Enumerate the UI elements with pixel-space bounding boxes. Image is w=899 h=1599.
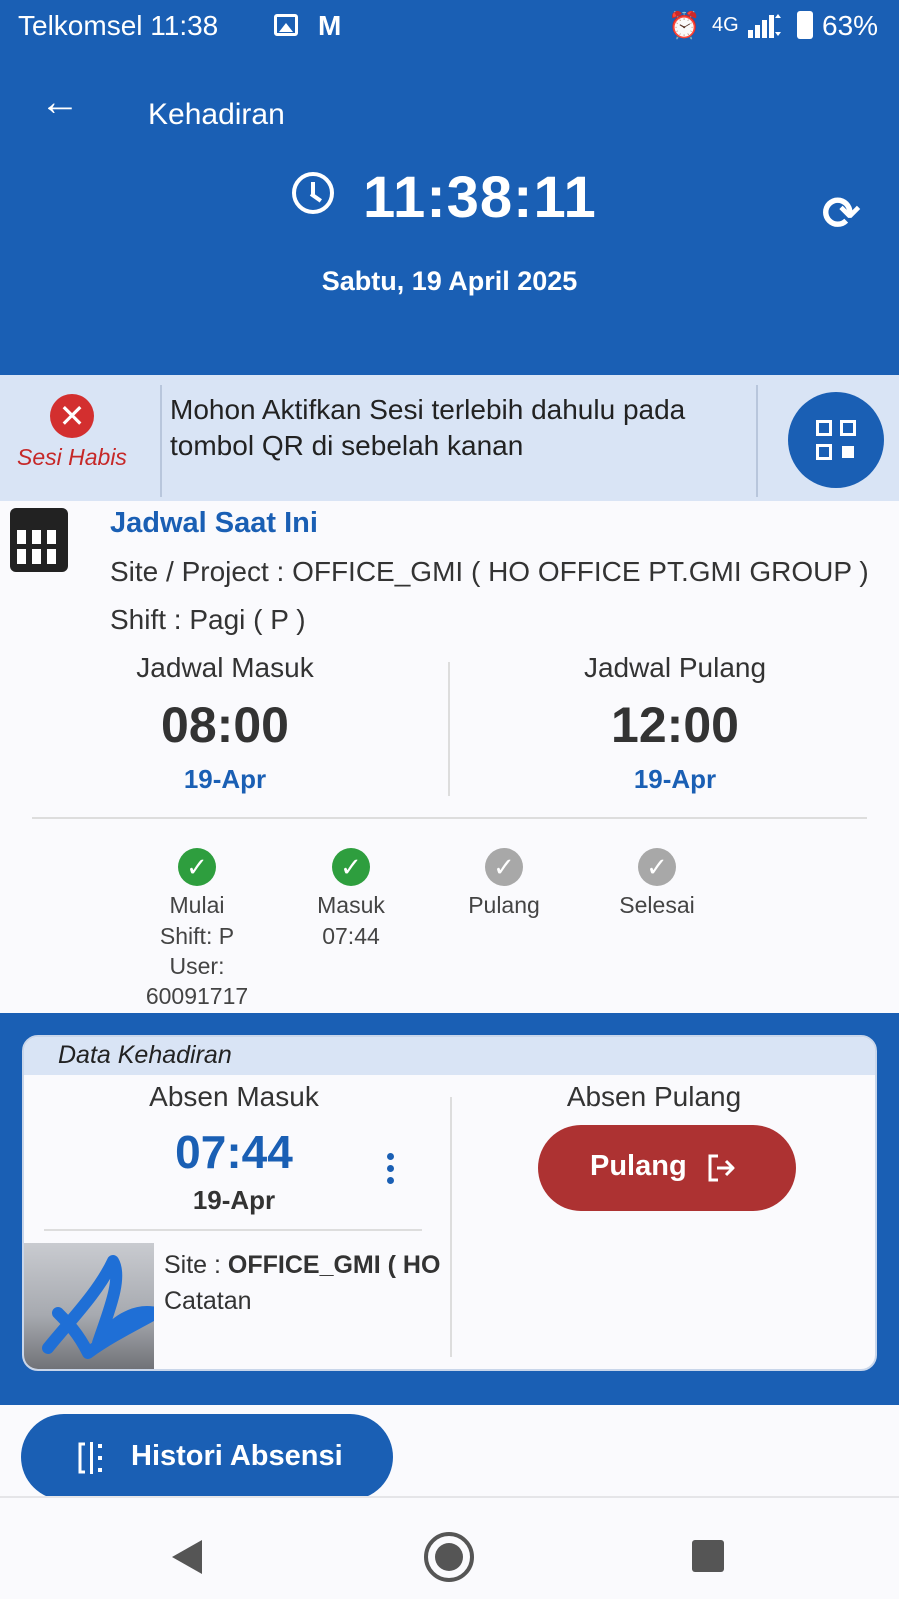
step-label: Pulang bbox=[468, 892, 540, 918]
attendance-card-header: Data Kehadiran bbox=[24, 1037, 875, 1075]
schedule-out-time: 12:00 bbox=[611, 697, 739, 753]
banner-divider bbox=[160, 385, 162, 497]
step-detail: 60091717 bbox=[145, 983, 249, 1009]
nav-recents-icon[interactable] bbox=[692, 1540, 724, 1572]
back-arrow-icon[interactable]: ← bbox=[40, 82, 90, 126]
step-label: Mulai bbox=[169, 892, 225, 918]
session-message: Mohon Aktifkan Sesi terlebih dahulu pada… bbox=[170, 394, 686, 461]
app-header: Telkomsel 11:38 M ⏰ 4G 63% ← Kehadiran 1… bbox=[0, 0, 899, 375]
session-expired-icon: ✕ bbox=[50, 394, 94, 438]
check-in-photo[interactable] bbox=[24, 1243, 154, 1369]
nav-home-icon[interactable] bbox=[424, 1532, 474, 1582]
step-check-out: ✓ Pulang bbox=[424, 848, 584, 921]
logout-icon bbox=[708, 1154, 735, 1182]
clock-icon bbox=[292, 172, 334, 214]
check-in-label: Absen Masuk bbox=[149, 1081, 319, 1112]
check-circle-icon: ✓ bbox=[638, 848, 676, 886]
history-icon bbox=[78, 1442, 102, 1474]
check-out-label: Absen Pulang bbox=[566, 1081, 742, 1112]
check-in-date: 19-Apr bbox=[192, 1185, 276, 1215]
step-check-in: ✓ Masuk 07:44 bbox=[271, 848, 431, 951]
step-label: Selesai bbox=[619, 892, 695, 918]
refresh-icon[interactable]: ⟳ bbox=[822, 190, 861, 236]
image-notification-icon bbox=[274, 14, 298, 36]
attendance-card: Data Kehadiran Absen Masuk 07:44 19-Apr … bbox=[22, 1035, 877, 1371]
attendance-divider bbox=[450, 1097, 452, 1357]
network-type: 4G bbox=[712, 14, 739, 36]
check-out-button-label: Pulang bbox=[590, 1150, 687, 1182]
gmail-notification-icon: M bbox=[318, 10, 342, 41]
session-status: Sesi Habis bbox=[17, 444, 127, 470]
schedule-in-label: Jadwal Masuk bbox=[136, 652, 314, 683]
step-detail: 07:44 bbox=[322, 923, 380, 949]
check-out-button[interactable]: Pulang bbox=[538, 1125, 796, 1211]
check-in-divider bbox=[44, 1229, 422, 1231]
qr-code-icon bbox=[816, 420, 832, 436]
history-button[interactable]: Histori Absensi bbox=[21, 1414, 393, 1500]
status-bar: Telkomsel 11:38 M ⏰ 4G 63% bbox=[0, 0, 899, 56]
banner-divider bbox=[756, 385, 758, 497]
schedule-out-date: 19-Apr bbox=[633, 764, 717, 794]
schedule-site: Site / Project : OFFICE_GMI ( HO OFFICE … bbox=[110, 556, 869, 587]
system-nav-bar bbox=[0, 1496, 899, 1599]
redaction-scribble bbox=[42, 1255, 154, 1359]
signal-icon bbox=[748, 14, 781, 38]
step-label: Masuk bbox=[317, 892, 385, 918]
step-detail: User: bbox=[169, 953, 225, 979]
schedule-title: Jadwal Saat Ini bbox=[110, 507, 318, 539]
step-finish: ✓ Selesai bbox=[577, 848, 737, 921]
nav-back-icon[interactable] bbox=[172, 1540, 202, 1574]
more-vert-icon[interactable] bbox=[376, 1149, 406, 1189]
check-circle-icon: ✓ bbox=[485, 848, 523, 886]
schedule-in-time: 08:00 bbox=[161, 697, 289, 753]
calendar-icon bbox=[10, 508, 68, 572]
alarm-icon: ⏰ bbox=[668, 10, 701, 40]
check-circle-icon: ✓ bbox=[332, 848, 370, 886]
status-carrier-time: Telkomsel 11:38 bbox=[18, 10, 219, 41]
schedule-divider bbox=[448, 662, 450, 796]
check-in-site: Site : OFFICE_GMI ( HO bbox=[164, 1251, 441, 1279]
current-date: Sabtu, 19 April 2025 bbox=[321, 266, 578, 296]
schedule-divider bbox=[32, 817, 867, 819]
history-button-label: Histori Absensi bbox=[131, 1440, 343, 1472]
step-start: ✓ Mulai Shift: P User: 60091717 bbox=[117, 848, 277, 1011]
schedule-in-date: 19-Apr bbox=[183, 764, 267, 794]
check-in-time: 07:44 bbox=[175, 1126, 293, 1178]
step-detail: Shift: P bbox=[159, 923, 235, 949]
current-time: 11:38:11 bbox=[363, 165, 597, 230]
qr-scan-button[interactable] bbox=[788, 392, 884, 488]
battery-percent: 63% bbox=[822, 10, 879, 41]
check-in-site-value: OFFICE_GMI ( HO bbox=[227, 1251, 441, 1279]
schedule-shift: Shift : Pagi ( P ) bbox=[110, 604, 306, 635]
page-title: Kehadiran bbox=[148, 98, 285, 131]
battery-icon bbox=[797, 11, 813, 39]
attendance-title: Data Kehadiran bbox=[58, 1041, 232, 1069]
check-circle-icon: ✓ bbox=[178, 848, 216, 886]
check-in-note: Catatan bbox=[164, 1287, 252, 1315]
schedule-out-label: Jadwal Pulang bbox=[583, 652, 767, 683]
